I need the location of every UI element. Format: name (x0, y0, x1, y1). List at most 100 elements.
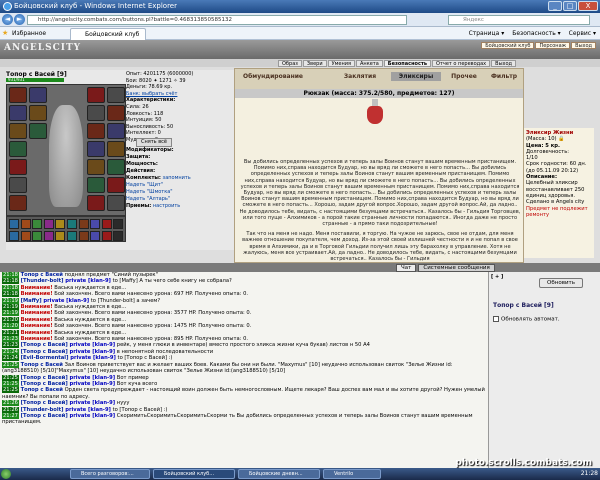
chat-time[interactable]: 21:25 (2, 361, 19, 368)
command-menu-item[interactable]: Сервис ▾ (569, 27, 596, 40)
command-menu-item[interactable]: Безопасность ▾ (512, 27, 560, 40)
chat-sender[interactable]: Топор с Васей (21, 387, 63, 393)
equipment-slot[interactable] (87, 159, 105, 175)
top-tab[interactable]: Персонаж (535, 42, 571, 49)
chat-time[interactable]: 21:26 (2, 400, 19, 407)
command-menu-item[interactable]: Страница ▾ (469, 27, 505, 40)
equipment-slot[interactable] (107, 123, 125, 139)
auto-refresh[interactable]: Обновлять автомат. (493, 316, 560, 323)
equipment-slot[interactable] (107, 87, 125, 103)
equipment-slot[interactable] (9, 195, 27, 211)
equipment-slot[interactable] (87, 177, 105, 193)
chat-time[interactable]: 21:19 (2, 297, 19, 304)
chat-sender[interactable]: [Топор с Васей] (21, 375, 68, 381)
chat-time[interactable]: 21:23 (2, 342, 19, 349)
top-tab[interactable]: Выход (571, 42, 596, 49)
equipment-slot[interactable] (9, 123, 27, 139)
online-header[interactable]: [ + ] (491, 274, 503, 280)
inventory-item[interactable] (101, 231, 112, 241)
tab-other[interactable]: Прочее (447, 72, 481, 81)
section-power[interactable]: Мощность: (126, 161, 234, 168)
equipment-slot[interactable] (107, 141, 125, 157)
location-button[interactable]: Умения (327, 60, 355, 67)
inventory-item[interactable] (67, 219, 77, 229)
section-modifiers[interactable]: Модификаторы: (126, 147, 234, 154)
chat-time[interactable]: 21:19 (2, 310, 19, 317)
favorites-button[interactable]: Избранное (2, 27, 46, 40)
inventory-item[interactable] (90, 219, 101, 229)
inventory-item[interactable] (78, 219, 89, 229)
equipment-slot[interactable] (107, 159, 125, 175)
inventory-item[interactable] (32, 219, 43, 229)
equipment-slot[interactable] (107, 105, 125, 121)
forward-button[interactable]: ► (14, 14, 25, 25)
section-actions[interactable]: Действия: (126, 168, 234, 175)
back-button[interactable]: ◄ (2, 14, 13, 25)
chat-time[interactable]: 21:20 (2, 323, 19, 330)
inventory-item[interactable] (43, 231, 54, 241)
tab-chat[interactable]: Чат (396, 264, 417, 272)
complect-3[interactable]: Надеть "Алтарь" (126, 196, 234, 203)
equipment-slot[interactable] (29, 105, 47, 121)
chat-time[interactable]: 21:25 (2, 374, 19, 381)
inventory-item[interactable] (20, 219, 31, 229)
equipment-slot[interactable] (107, 195, 125, 211)
equipment-slot[interactable] (9, 87, 27, 103)
section-defense[interactable]: Защита: (126, 154, 234, 161)
equipment-slot[interactable] (87, 141, 105, 157)
chat-sender[interactable]: Топор с Васей (21, 272, 63, 278)
chat-time[interactable]: 21:27 (2, 412, 19, 419)
equipment-slot[interactable] (87, 105, 105, 121)
chat-sender[interactable]: [Топор с Васей] (21, 381, 68, 387)
elixir-icon[interactable] (365, 99, 385, 125)
taskbar-item-2[interactable]: Бойцовский клуб... (153, 469, 235, 479)
chat-sender[interactable]: Топор с Васей (21, 362, 63, 368)
chat-sender[interactable]: [Топор с Васей] (21, 413, 68, 419)
auto-refresh-checkbox[interactable] (493, 316, 499, 322)
inventory-item[interactable] (67, 231, 77, 241)
equipment-slot[interactable] (29, 123, 47, 139)
location-button[interactable]: Выход (491, 60, 516, 67)
equipment-slot[interactable] (29, 87, 47, 103)
taskbar-item-3[interactable]: Бойцовские дневн... (238, 469, 320, 479)
inventory-item[interactable] (55, 231, 66, 241)
chat-sender[interactable]: [Топор с Васей] (21, 349, 68, 355)
inventory-item[interactable] (113, 231, 124, 241)
chat-sender[interactable]: [Maffy] (21, 298, 42, 304)
location-button[interactable]: Звери (302, 60, 327, 67)
url-input[interactable]: http://angelscity.combats.com/buttons.pl… (27, 15, 407, 25)
browser-tab[interactable]: Бойцовский клуб (70, 28, 147, 40)
inventory-item[interactable] (43, 219, 54, 229)
equipment-slot[interactable] (107, 177, 125, 193)
remove-all-button[interactable]: Снять всё (136, 138, 172, 147)
inventory-item[interactable] (9, 231, 19, 241)
remember-link[interactable]: запомнить (163, 175, 191, 181)
chat-time[interactable]: 21:18 (2, 291, 19, 298)
location-button[interactable]: Образ (278, 60, 302, 67)
equipment-slot[interactable] (9, 159, 27, 175)
maximize-button[interactable]: □ (563, 1, 577, 11)
equipment-slot[interactable] (87, 195, 105, 211)
close-button[interactable]: X (578, 1, 598, 11)
chat-time[interactable]: 21:24 (2, 348, 19, 355)
start-button[interactable] (1, 469, 11, 479)
tab-filter[interactable]: Фильтр (487, 72, 521, 81)
chat-time[interactable]: 21:26 (2, 406, 19, 413)
inventory-item[interactable] (90, 231, 101, 241)
chat-time[interactable]: 21:20 (2, 316, 19, 323)
inventory-item[interactable] (113, 219, 124, 229)
taskbar-item-1[interactable]: Всего разговоров:... (70, 469, 150, 479)
inventory-item[interactable] (101, 219, 112, 229)
refresh-button[interactable]: Обновить (539, 278, 583, 288)
equipment-slot[interactable] (9, 141, 27, 157)
equipment-slot[interactable] (87, 87, 105, 103)
online-user[interactable]: Топор с Васей [9] (493, 302, 554, 309)
chat-time[interactable]: 21:21 (2, 329, 19, 336)
tab-system-messages[interactable]: Системные сообщения (418, 264, 495, 272)
inventory-item[interactable] (32, 231, 43, 241)
search-input[interactable]: Яндекс (448, 15, 590, 25)
inventory-item[interactable] (55, 219, 66, 229)
location-button[interactable]: Безопасность (383, 60, 432, 67)
chat-sender[interactable]: [Thunder-bolt] (21, 278, 64, 284)
taskbar-item-4[interactable]: Ventrilo (323, 469, 381, 479)
